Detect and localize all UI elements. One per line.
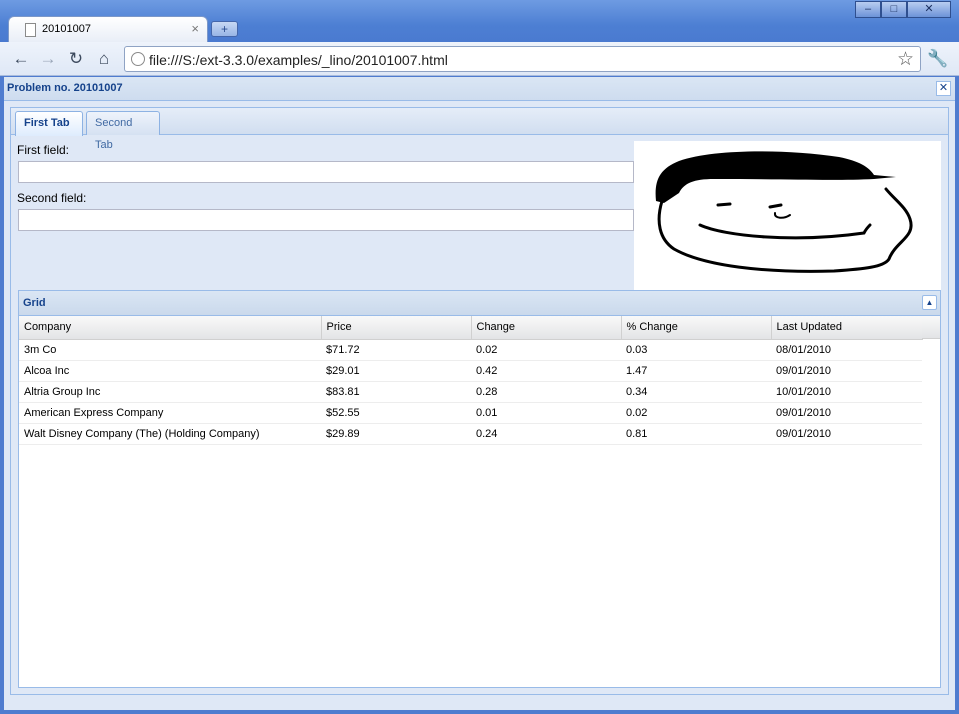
- cell-price: $29.89: [321, 423, 471, 445]
- browser-toolbar: ← → ↻ ⌂ file:///S:/ext-3.3.0/examples/_l…: [0, 42, 959, 76]
- cell-company: Alcoa Inc: [19, 360, 321, 382]
- page-viewport: Problem no. 20101007 ✕ First Tab Second …: [4, 77, 955, 710]
- table-row[interactable]: Altria Group Inc $83.81 0.28 0.34 10/01/…: [19, 381, 922, 403]
- cell-last-updated: 09/01/2010: [771, 423, 922, 445]
- cell-change: 0.01: [471, 402, 621, 424]
- page-icon: [25, 23, 36, 37]
- forward-icon[interactable]: →: [38, 49, 58, 69]
- cell-change: 0.02: [471, 339, 621, 361]
- second-field-label: Second field:: [17, 191, 87, 205]
- cell-change: 0.28: [471, 381, 621, 403]
- url-text: file:///S:/ext-3.3.0/examples/_lino/2010…: [149, 52, 448, 68]
- browser-tab[interactable]: 20101007 ×: [8, 16, 208, 42]
- first-field-input[interactable]: [18, 161, 634, 183]
- cell-last-updated: 08/01/2010: [771, 339, 922, 361]
- grid-title: Grid: [23, 297, 46, 309]
- cell-price: $71.72: [321, 339, 471, 361]
- first-field-label: First field:: [17, 143, 70, 157]
- cell-company: Walt Disney Company (The) (Holding Compa…: [19, 423, 321, 445]
- cell-price: $52.55: [321, 402, 471, 424]
- back-icon[interactable]: ←: [11, 49, 31, 69]
- window-close-button[interactable]: ✕: [907, 1, 951, 18]
- table-row[interactable]: 3m Co $71.72 0.02 0.03 08/01/2010: [19, 339, 922, 361]
- tab-title: 20101007: [42, 23, 91, 35]
- grid-table: Company Price Change % Change Last Updat…: [19, 316, 923, 445]
- tab-close-icon[interactable]: ×: [191, 21, 199, 36]
- column-last-updated[interactable]: Last Updated: [771, 316, 923, 340]
- grid-header: Grid ▲: [19, 291, 940, 316]
- cell-company: Altria Group Inc: [19, 381, 321, 403]
- star-icon[interactable]: ☆: [897, 48, 914, 71]
- tab-second[interactable]: Second Tab: [86, 111, 160, 151]
- window-controls: – □ ✕: [855, 1, 951, 18]
- cell-company: American Express Company: [19, 402, 321, 424]
- cell-pct-change: 0.02: [621, 402, 771, 424]
- column-change[interactable]: Change: [471, 316, 622, 340]
- table-row[interactable]: Alcoa Inc $29.01 0.42 1.47 09/01/2010: [19, 360, 922, 382]
- reload-icon[interactable]: ↻: [66, 49, 86, 69]
- grid-panel: Grid ▲ Company Price Change % Change Las…: [18, 290, 941, 688]
- tab-strip: First Tab Second Tab: [11, 108, 948, 151]
- cell-last-updated: 09/01/2010: [771, 360, 922, 382]
- cell-change: 0.24: [471, 423, 621, 445]
- cell-pct-change: 0.81: [621, 423, 771, 445]
- face-drawing: [634, 141, 941, 292]
- minimize-button[interactable]: –: [855, 1, 881, 18]
- second-field-input[interactable]: [18, 209, 634, 231]
- close-icon[interactable]: ✕: [936, 81, 951, 96]
- table-row[interactable]: American Express Company $52.55 0.01 0.0…: [19, 402, 922, 424]
- home-icon[interactable]: ⌂: [94, 49, 114, 69]
- address-bar[interactable]: file:///S:/ext-3.3.0/examples/_lino/2010…: [124, 46, 921, 72]
- new-tab-button[interactable]: +: [211, 21, 238, 37]
- tab-first[interactable]: First Tab: [15, 111, 83, 136]
- cell-change: 0.42: [471, 360, 621, 382]
- wrench-icon[interactable]: 🔧: [927, 49, 948, 69]
- cell-last-updated: 09/01/2010: [771, 402, 922, 424]
- form-area: First field: Second field: Grid ▲ Compan…: [11, 136, 948, 694]
- column-pct-change[interactable]: % Change: [621, 316, 772, 340]
- cell-company: 3m Co: [19, 339, 321, 361]
- cell-price: $29.01: [321, 360, 471, 382]
- cell-last-updated: 10/01/2010: [771, 381, 922, 403]
- cell-pct-change: 0.34: [621, 381, 771, 403]
- cell-pct-change: 1.47: [621, 360, 771, 382]
- column-price[interactable]: Price: [321, 316, 472, 340]
- table-row[interactable]: Walt Disney Company (The) (Holding Compa…: [19, 423, 922, 445]
- cell-pct-change: 0.03: [621, 339, 771, 361]
- globe-icon: [131, 52, 145, 66]
- tab-panel: First Tab Second Tab First field: Second…: [10, 107, 949, 695]
- window-bottom-border: [0, 710, 959, 714]
- grid-header-filler: [922, 316, 940, 339]
- column-company[interactable]: Company: [19, 316, 322, 340]
- panel-header: Problem no. 20101007 ✕: [4, 77, 955, 101]
- grid-header-row: Company Price Change % Change Last Updat…: [19, 316, 923, 340]
- browser-titlebar: 20101007 × + – □ ✕: [0, 0, 959, 42]
- panel-title: Problem no. 20101007: [7, 82, 123, 94]
- maximize-button[interactable]: □: [881, 1, 907, 18]
- collapse-icon[interactable]: ▲: [922, 295, 937, 310]
- cell-price: $83.81: [321, 381, 471, 403]
